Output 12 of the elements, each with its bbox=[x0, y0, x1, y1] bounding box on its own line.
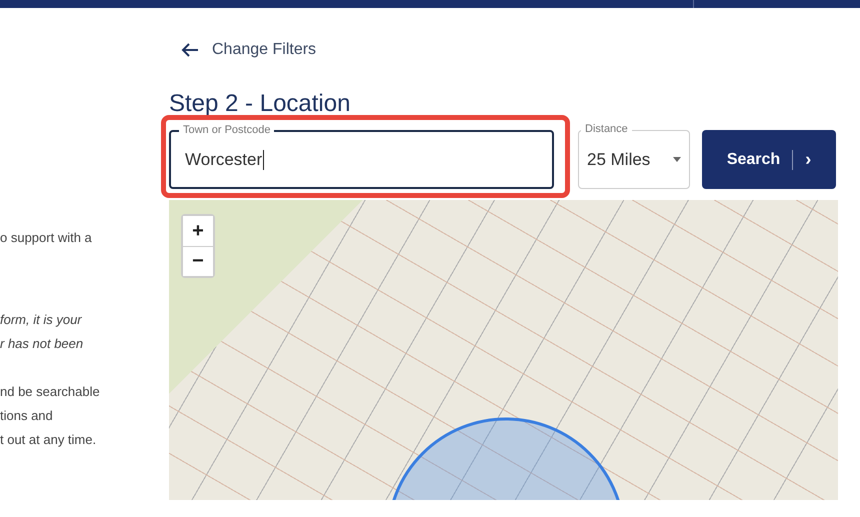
body-text: t out at any time. bbox=[0, 431, 98, 449]
search-button[interactable]: Search › bbox=[702, 130, 836, 189]
body-text: r has not been bbox=[0, 335, 84, 353]
step-heading: Step 2 - Location bbox=[169, 90, 352, 119]
zoom-out-button[interactable]: − bbox=[183, 246, 213, 276]
body-text: o support with a bbox=[0, 229, 93, 247]
arrow-left-icon bbox=[180, 42, 200, 58]
change-filters-link[interactable]: Change Filters bbox=[180, 40, 838, 60]
body-text: form, it is your bbox=[0, 311, 83, 329]
dropdown-caret-icon bbox=[673, 157, 681, 162]
body-text: tions and bbox=[0, 407, 54, 425]
body-text: nd be searchable bbox=[0, 383, 101, 401]
